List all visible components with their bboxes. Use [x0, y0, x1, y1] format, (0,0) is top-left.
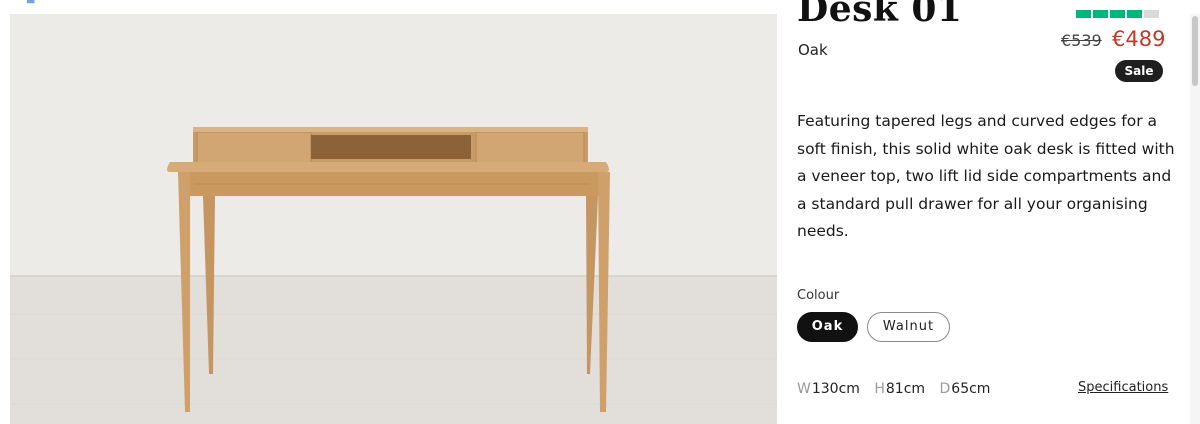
star-icon [1127, 10, 1142, 18]
product-description: Featuring tapered legs and curved edges … [797, 112, 1175, 240]
height-value: 81cm [885, 381, 926, 397]
depth-label: D [939, 381, 951, 397]
height-label: H [874, 381, 885, 397]
original-price: €539 [1061, 31, 1102, 50]
nav-fragment: ▬ [26, 0, 66, 4]
scrollbar[interactable] [1190, 14, 1200, 424]
desk-photo [10, 14, 777, 424]
rating-stars [1076, 10, 1159, 18]
sale-price: €489 [1112, 27, 1166, 51]
width-label: W [797, 381, 811, 397]
star-icon [1110, 10, 1125, 18]
depth-value: 65cm [951, 381, 991, 397]
colour-option-oak[interactable]: Oak [797, 312, 858, 342]
product-variant: Oak [798, 41, 828, 59]
product-image[interactable] [10, 14, 777, 424]
dimensions: W130cm H81cm D65cm [797, 381, 1000, 397]
specifications-link[interactable]: Specifications [1078, 380, 1168, 395]
top-bar: ▬ [0, 0, 1200, 14]
colour-label: Colour [797, 288, 840, 303]
star-icon [1076, 10, 1091, 18]
product-title: Desk 01 [797, 0, 963, 30]
colour-option-walnut[interactable]: Walnut [867, 312, 950, 342]
star-icon [1144, 10, 1159, 18]
star-icon [1093, 10, 1108, 18]
width-value: 130cm [811, 381, 860, 397]
sale-badge: Sale [1115, 60, 1163, 82]
scrollbar-thumb[interactable] [1192, 16, 1198, 86]
